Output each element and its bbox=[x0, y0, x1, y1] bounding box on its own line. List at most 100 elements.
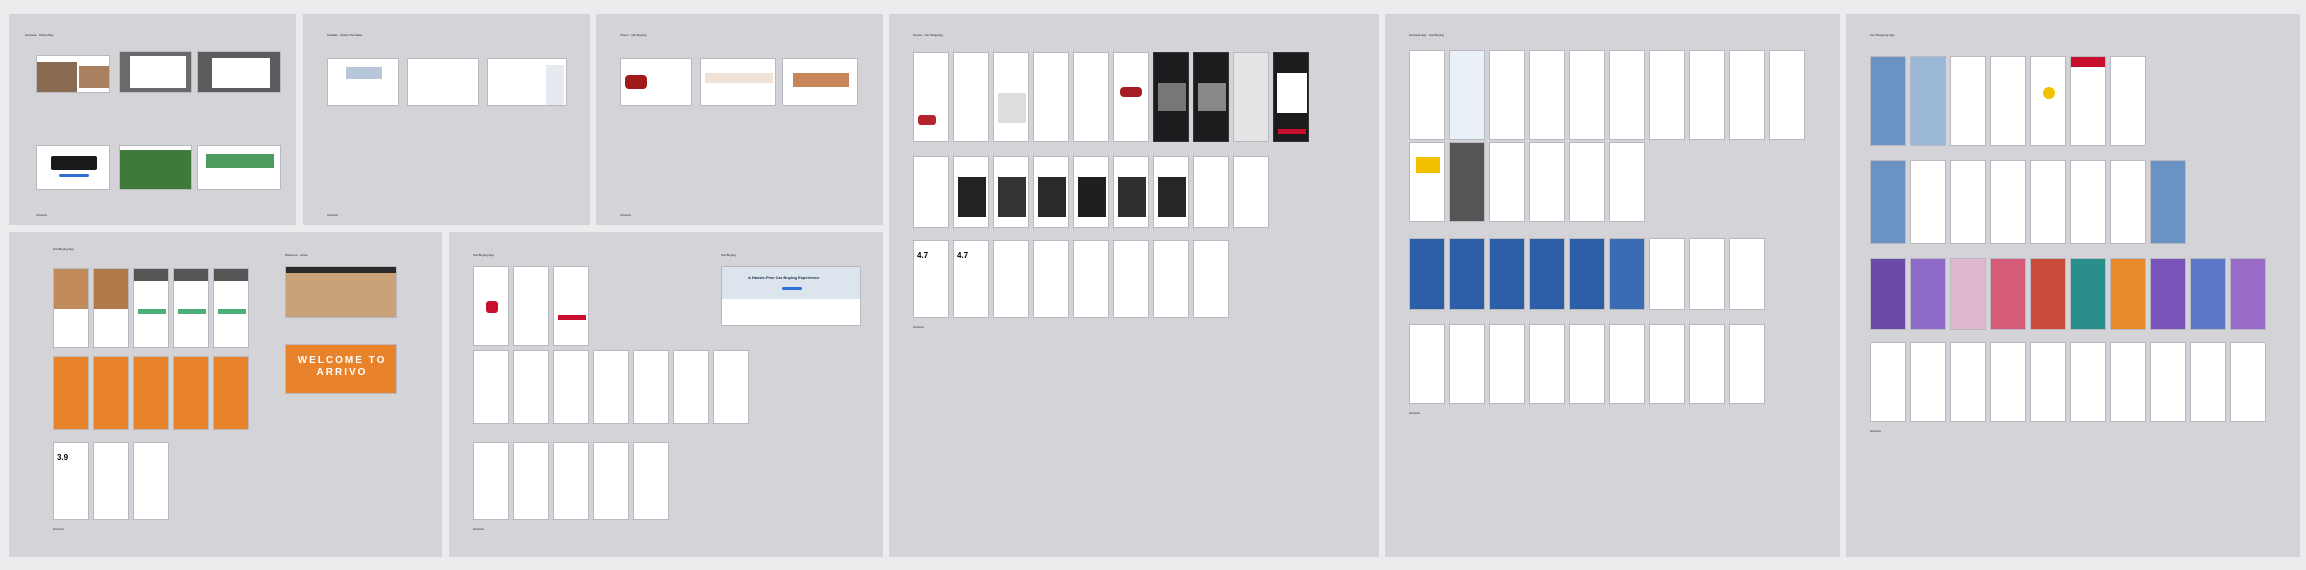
phone-screen[interactable] bbox=[1073, 52, 1109, 142]
phone-screen[interactable] bbox=[1489, 238, 1525, 310]
screen-thumbnail[interactable] bbox=[119, 145, 192, 190]
review-screen[interactable] bbox=[1449, 324, 1485, 404]
review-screen[interactable] bbox=[1409, 324, 1445, 404]
phone-screen[interactable] bbox=[1609, 50, 1645, 140]
phone-screen[interactable] bbox=[1449, 238, 1485, 310]
screen-thumbnail[interactable] bbox=[700, 58, 776, 106]
screen-thumbnail[interactable] bbox=[620, 58, 692, 106]
phone-screen[interactable] bbox=[1113, 156, 1149, 228]
cta-button[interactable] bbox=[218, 309, 246, 314]
phone-screen[interactable] bbox=[1233, 52, 1269, 142]
phone-screen[interactable] bbox=[1113, 52, 1149, 142]
search-button[interactable] bbox=[782, 287, 802, 290]
review-screen[interactable] bbox=[2230, 342, 2266, 422]
screen-thumbnail[interactable] bbox=[36, 145, 110, 190]
phone-screen[interactable] bbox=[1990, 160, 2026, 244]
review-screen[interactable] bbox=[1910, 342, 1946, 422]
phone-screen[interactable] bbox=[2070, 56, 2106, 146]
phone-screen[interactable] bbox=[633, 350, 669, 424]
phone-screen[interactable] bbox=[1950, 160, 1986, 244]
review-screen[interactable]: 4.7 bbox=[913, 240, 949, 318]
phone-screen[interactable] bbox=[993, 52, 1029, 142]
review-screen[interactable] bbox=[473, 442, 509, 520]
phone-screen[interactable] bbox=[2030, 56, 2066, 146]
phone-screen[interactable] bbox=[213, 268, 249, 348]
phone-screen[interactable] bbox=[133, 268, 169, 348]
cta-button[interactable] bbox=[59, 174, 89, 177]
phone-screen[interactable] bbox=[173, 356, 209, 430]
cta-button[interactable] bbox=[138, 309, 166, 314]
phone-screen[interactable] bbox=[1950, 56, 1986, 146]
phone-screen[interactable] bbox=[473, 350, 509, 424]
phone-screen[interactable] bbox=[2150, 258, 2186, 330]
cta-button[interactable] bbox=[558, 315, 586, 320]
review-screen[interactable] bbox=[993, 240, 1029, 318]
review-screen[interactable] bbox=[2190, 342, 2226, 422]
phone-screen[interactable] bbox=[1529, 50, 1565, 140]
phone-screen[interactable] bbox=[1409, 238, 1445, 310]
review-screen[interactable] bbox=[1729, 324, 1765, 404]
review-screen[interactable] bbox=[1649, 324, 1685, 404]
phone-screen[interactable] bbox=[93, 268, 129, 348]
review-screen[interactable] bbox=[1113, 240, 1149, 318]
web-screen[interactable] bbox=[285, 266, 397, 318]
phone-screen[interactable] bbox=[713, 350, 749, 424]
web-screen[interactable]: WELCOME TO ARRIVO bbox=[285, 344, 397, 394]
review-screen[interactable] bbox=[1489, 324, 1525, 404]
phone-screen[interactable] bbox=[1273, 52, 1309, 142]
phone-screen[interactable] bbox=[953, 156, 989, 228]
review-screen[interactable] bbox=[593, 442, 629, 520]
review-screen[interactable] bbox=[93, 442, 129, 520]
review-screen[interactable] bbox=[1950, 342, 1986, 422]
web-screen[interactable]: A Hassle-Free Car Buying Experience bbox=[721, 266, 861, 326]
phone-screen[interactable] bbox=[1910, 160, 1946, 244]
phone-screen[interactable] bbox=[1569, 238, 1605, 310]
phone-screen[interactable] bbox=[553, 350, 589, 424]
phone-screen[interactable] bbox=[1489, 142, 1525, 222]
phone-screen[interactable] bbox=[1910, 258, 1946, 330]
phone-screen[interactable] bbox=[1609, 142, 1645, 222]
phone-screen[interactable] bbox=[1870, 258, 1906, 330]
review-screen[interactable] bbox=[2150, 342, 2186, 422]
phone-screen[interactable] bbox=[1153, 52, 1189, 142]
review-screen[interactable] bbox=[1870, 342, 1906, 422]
phone-screen[interactable] bbox=[2110, 160, 2146, 244]
phone-screen[interactable] bbox=[1870, 160, 1906, 244]
phone-screen[interactable] bbox=[2070, 160, 2106, 244]
screen-thumbnail[interactable] bbox=[36, 55, 110, 93]
phone-screen[interactable] bbox=[1769, 50, 1805, 140]
phone-screen[interactable] bbox=[2230, 258, 2266, 330]
phone-screen[interactable] bbox=[673, 350, 709, 424]
phone-screen[interactable] bbox=[1569, 50, 1605, 140]
review-screen[interactable] bbox=[513, 442, 549, 520]
phone-screen[interactable] bbox=[1489, 50, 1525, 140]
phone-screen[interactable] bbox=[1569, 142, 1605, 222]
phone-screen[interactable] bbox=[133, 356, 169, 430]
review-screen[interactable] bbox=[2030, 342, 2066, 422]
phone-screen[interactable] bbox=[173, 268, 209, 348]
phone-screen[interactable] bbox=[213, 356, 249, 430]
phone-screen[interactable] bbox=[513, 266, 549, 346]
phone-screen[interactable] bbox=[2030, 258, 2066, 330]
screen-thumbnail[interactable] bbox=[407, 58, 479, 106]
review-screen[interactable] bbox=[1193, 240, 1229, 318]
phone-screen[interactable] bbox=[1609, 238, 1645, 310]
phone-screen[interactable] bbox=[1729, 238, 1765, 310]
review-screen[interactable] bbox=[2110, 342, 2146, 422]
screen-thumbnail[interactable] bbox=[782, 58, 858, 106]
phone-screen[interactable] bbox=[1990, 56, 2026, 146]
phone-screen[interactable] bbox=[1233, 156, 1269, 228]
screen-thumbnail[interactable] bbox=[487, 58, 567, 106]
review-screen[interactable] bbox=[553, 442, 589, 520]
phone-screen[interactable] bbox=[2190, 258, 2226, 330]
phone-screen[interactable] bbox=[2150, 160, 2186, 244]
phone-screen[interactable] bbox=[1409, 142, 1445, 222]
phone-screen[interactable] bbox=[553, 266, 589, 346]
phone-screen[interactable] bbox=[53, 268, 89, 348]
phone-screen[interactable] bbox=[2110, 56, 2146, 146]
phone-screen[interactable] bbox=[1910, 56, 1946, 146]
phone-screen[interactable] bbox=[2070, 258, 2106, 330]
phone-screen[interactable] bbox=[1409, 50, 1445, 140]
phone-screen[interactable] bbox=[1990, 258, 2026, 330]
review-screen[interactable] bbox=[2070, 342, 2106, 422]
